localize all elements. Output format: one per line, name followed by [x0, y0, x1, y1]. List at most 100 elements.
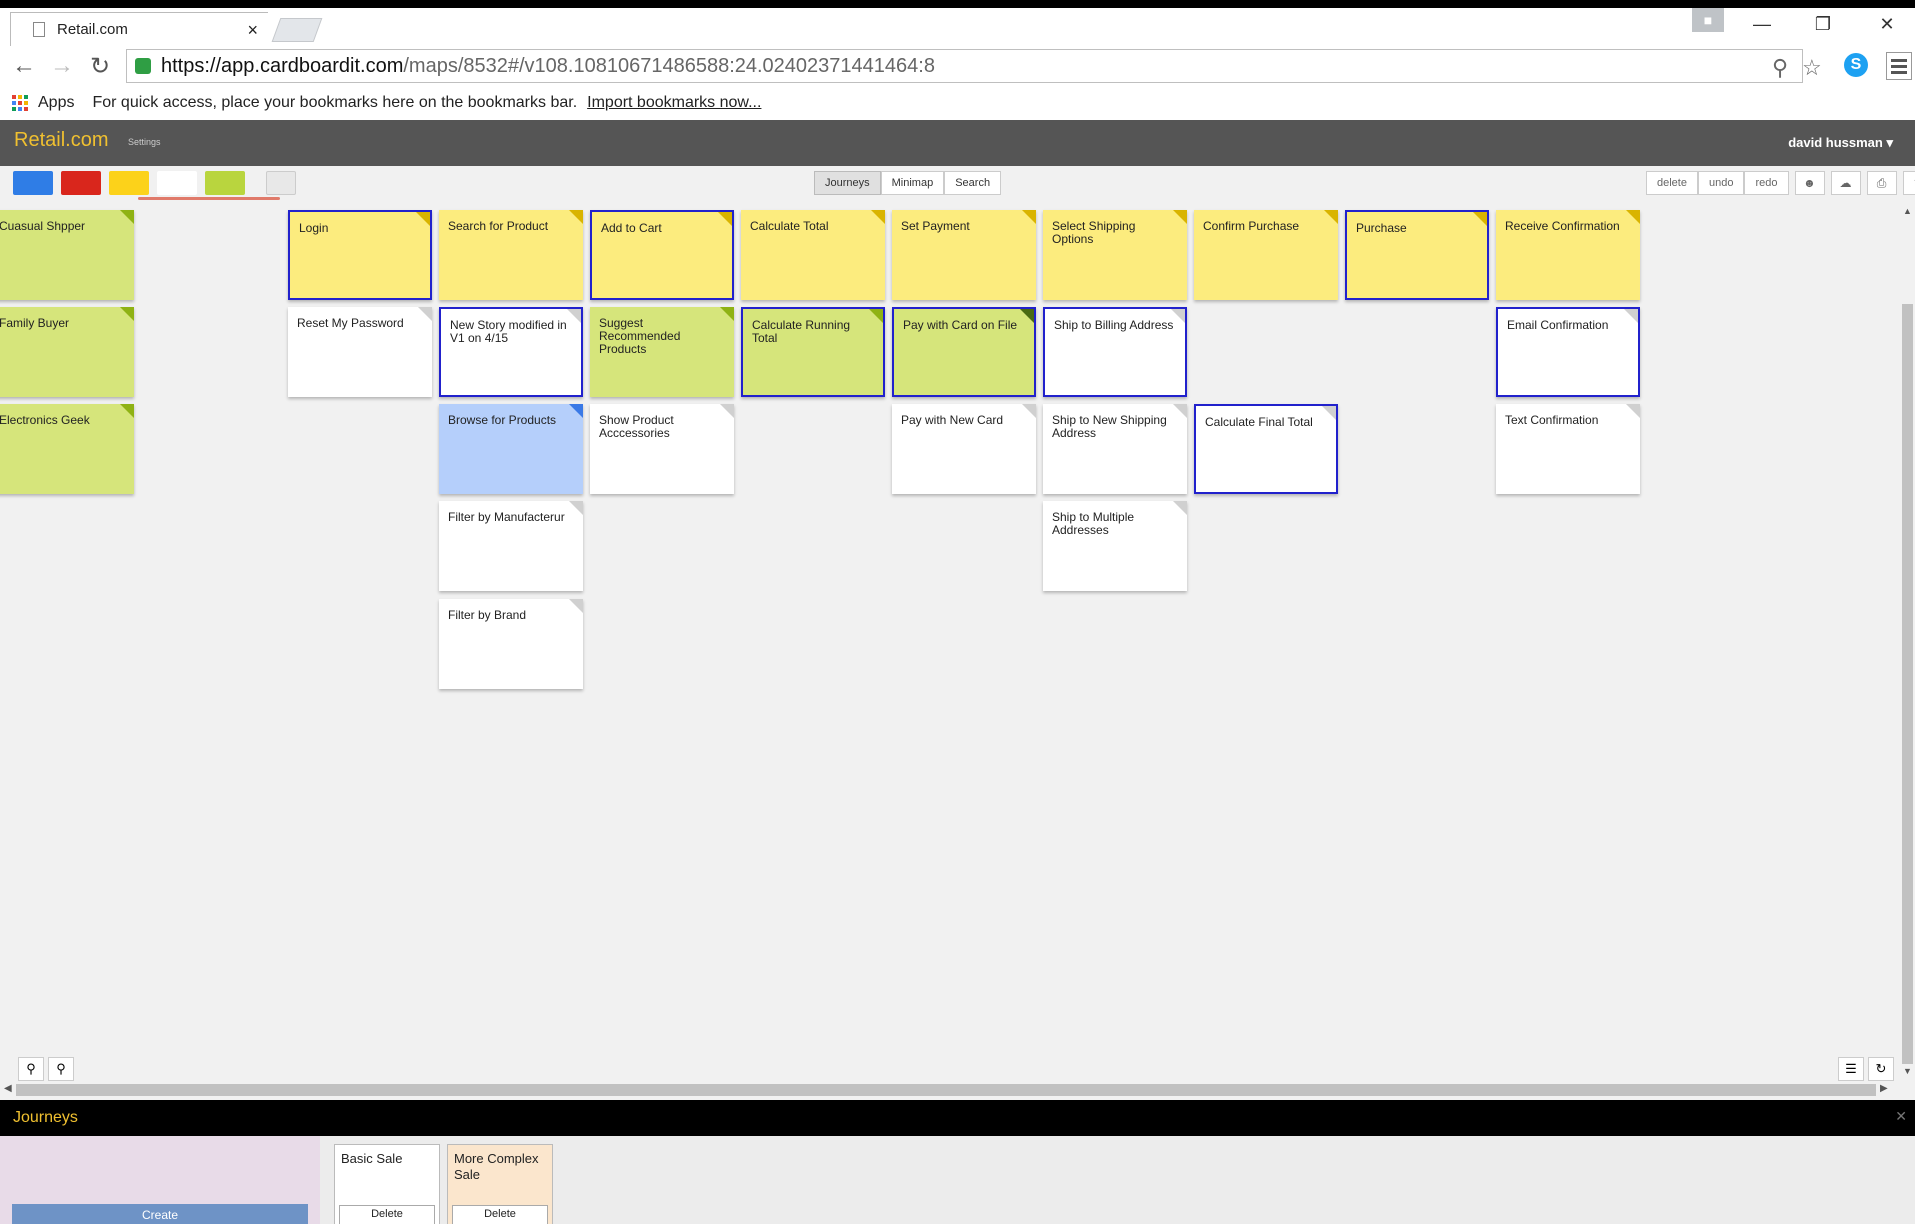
- story-card[interactable]: Filter by Brand: [439, 599, 583, 689]
- reload-icon[interactable]: ↻: [90, 52, 110, 81]
- journeys-view-button[interactable]: Journeys: [814, 171, 881, 195]
- delete-journey-button[interactable]: Delete: [339, 1205, 435, 1224]
- map-toolbar: Journeys Minimap Search delete undo redo…: [0, 166, 1915, 200]
- activity-card[interactable]: Receive Confirmation: [1496, 210, 1640, 300]
- app-title[interactable]: Retail.com: [14, 129, 108, 152]
- tab-close-icon[interactable]: ×: [247, 20, 258, 41]
- persona-card[interactable]: Electronics Geek: [0, 404, 134, 494]
- activity-card[interactable]: Purchase: [1345, 210, 1489, 300]
- minimap-view-button[interactable]: Minimap: [880, 171, 945, 195]
- url-host: https://app.cardboardit.com: [161, 54, 404, 77]
- minimize-icon[interactable]: —: [1747, 14, 1777, 35]
- help-icon[interactable]: ?: [1902, 171, 1915, 195]
- bookmarks-bar: Apps For quick access, place your bookma…: [0, 86, 1915, 120]
- story-card[interactable]: New Story modified in V1 on 4/15: [439, 307, 583, 397]
- scroll-down-icon[interactable]: ▼: [1903, 1066, 1912, 1076]
- zoom-in-icon[interactable]: ⚲: [18, 1057, 44, 1081]
- vertical-scroll-thumb[interactable]: [1902, 304, 1913, 1064]
- story-card[interactable]: Browse for Products: [439, 404, 583, 494]
- color-swatch-white[interactable]: [157, 171, 197, 195]
- team-icon[interactable]: ☻: [1794, 171, 1825, 195]
- story-map-canvas[interactable]: Cuasual Shpper Family Buyer Electronics …: [0, 200, 1915, 1082]
- story-card[interactable]: Ship to Billing Address: [1043, 307, 1187, 397]
- activity-card[interactable]: Calculate Total: [741, 210, 885, 300]
- refresh-icon[interactable]: ↻: [1868, 1057, 1894, 1081]
- color-swatch-red[interactable]: [61, 171, 101, 195]
- card-text: Show Product Acccessories: [599, 413, 674, 441]
- card-text: Pay with Card on File: [903, 318, 1018, 332]
- card-text: Select Shipping Options: [1052, 219, 1136, 247]
- search-view-button[interactable]: Search: [944, 171, 1002, 195]
- activity-card[interactable]: Set Payment: [892, 210, 1036, 300]
- persona-card[interactable]: Family Buyer: [0, 307, 134, 397]
- card-text: Receive Confirmation: [1505, 219, 1620, 233]
- list-icon[interactable]: ☰: [1838, 1057, 1864, 1081]
- story-card[interactable]: Email Confirmation: [1496, 307, 1640, 397]
- horizontal-scrollbar[interactable]: ◀ ▶: [0, 1082, 1915, 1098]
- apps-link[interactable]: Apps: [38, 94, 74, 112]
- card-text: Calculate Running Total: [752, 318, 851, 346]
- create-journey-button[interactable]: Create: [12, 1204, 308, 1224]
- story-card[interactable]: Reset My Password: [288, 307, 432, 397]
- story-card[interactable]: Calculate Running Total: [741, 307, 885, 397]
- story-card[interactable]: Calculate Final Total: [1194, 404, 1338, 494]
- new-tab-button[interactable]: [271, 18, 323, 42]
- color-swatch-blue[interactable]: [13, 171, 53, 195]
- persona-card[interactable]: Cuasual Shpper: [0, 210, 134, 300]
- scroll-up-icon[interactable]: ▲: [1903, 206, 1912, 216]
- user-menu[interactable]: david hussman ▾: [1788, 135, 1893, 151]
- card-text: Ship to Billing Address: [1054, 318, 1174, 332]
- delete-journey-button[interactable]: Delete: [452, 1205, 548, 1224]
- print-icon[interactable]: ⎙: [1866, 171, 1897, 195]
- story-card[interactable]: Ship to Multiple Addresses: [1043, 501, 1187, 591]
- delete-button[interactable]: delete: [1646, 171, 1698, 195]
- activity-card[interactable]: Search for Product: [439, 210, 583, 300]
- story-card[interactable]: Pay with New Card: [892, 404, 1036, 494]
- import-bookmarks-link[interactable]: Import bookmarks now...: [587, 94, 761, 112]
- undo-button[interactable]: undo: [1697, 171, 1745, 195]
- activity-card[interactable]: Select Shipping Options: [1043, 210, 1187, 300]
- bookmark-star-icon[interactable]: ☆: [1802, 55, 1822, 81]
- skype-icon[interactable]: S: [1844, 53, 1868, 77]
- story-card[interactable]: Show Product Acccessories: [590, 404, 734, 494]
- card-text: Filter by Brand: [448, 608, 527, 622]
- apps-icon[interactable]: [12, 95, 28, 111]
- card-text: Family Buyer: [0, 316, 70, 330]
- story-card[interactable]: Text Confirmation: [1496, 404, 1640, 494]
- url-field[interactable]: https://app.cardboardit.com /maps/8532#/…: [126, 49, 1822, 83]
- activity-card[interactable]: Login: [288, 210, 432, 300]
- journey-card[interactable]: More Complex Sale Delete: [447, 1144, 553, 1224]
- close-icon[interactable]: ✕: [1895, 1108, 1907, 1125]
- story-card[interactable]: Filter by Manufacterur: [439, 501, 583, 591]
- forward-icon[interactable]: →: [50, 52, 74, 80]
- zoom-out-icon[interactable]: ⚲: [48, 1057, 74, 1081]
- settings-link[interactable]: Settings: [128, 137, 161, 147]
- journeys-panel-header: Journeys ✕: [0, 1100, 1915, 1136]
- window-close-icon[interactable]: ✕: [1872, 14, 1902, 35]
- color-swatch-green[interactable]: [205, 171, 245, 195]
- scroll-left-icon[interactable]: ◀: [4, 1083, 12, 1094]
- window-top-strip: [0, 0, 1915, 8]
- story-card[interactable]: Suggest Recommended Products: [590, 307, 734, 397]
- action-buttons: delete undo redo ☻ ☁ ⎙ ?: [1646, 171, 1915, 195]
- app-header: Retail.com Settings david hussman ▾: [0, 120, 1915, 166]
- activity-card[interactable]: Add to Cart: [590, 210, 734, 300]
- activity-card[interactable]: Confirm Purchase: [1194, 210, 1338, 300]
- redo-button[interactable]: redo: [1744, 171, 1789, 195]
- color-swatch-yellow[interactable]: [109, 171, 149, 195]
- scroll-right-icon[interactable]: ▶: [1880, 1083, 1888, 1094]
- cloud-icon[interactable]: ☁: [1830, 171, 1861, 195]
- vertical-scrollbar[interactable]: ▲ ▼: [1900, 200, 1915, 1082]
- browser-tab[interactable]: Retail.com ×: [10, 12, 268, 46]
- story-card[interactable]: Ship to New Shipping Address: [1043, 404, 1187, 494]
- search-icon[interactable]: ⚲: [1772, 55, 1788, 81]
- journey-card[interactable]: Basic Sale Delete: [334, 1144, 440, 1224]
- restore-icon[interactable]: ❐: [1808, 14, 1838, 35]
- tab-title: Retail.com: [57, 21, 128, 38]
- back-icon[interactable]: ←: [12, 52, 36, 80]
- horizontal-scroll-thumb[interactable]: [16, 1084, 1876, 1096]
- profile-icon[interactable]: ■: [1692, 8, 1724, 32]
- layout-icon[interactable]: [266, 171, 296, 195]
- story-card[interactable]: Pay with Card on File: [892, 307, 1036, 397]
- menu-icon[interactable]: [1886, 52, 1912, 80]
